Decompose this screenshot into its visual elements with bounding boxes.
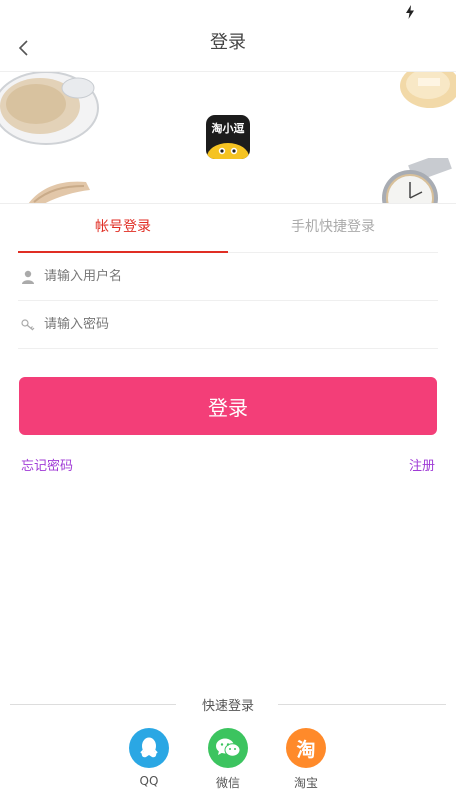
register-link[interactable]: 注册 [409, 455, 435, 474]
watch-image [382, 158, 452, 203]
banner: 淘小逗 [0, 72, 456, 204]
password-input[interactable] [44, 317, 438, 332]
app-logo: 淘小逗 [206, 115, 250, 159]
taobao-label: 淘宝 [293, 776, 318, 790]
divider-right [278, 704, 446, 705]
qq-label: QQ [139, 774, 159, 788]
qq-login-button[interactable]: QQ [129, 728, 169, 788]
nav-bar: 登录 [0, 24, 456, 72]
app-mascot-icon [207, 143, 249, 159]
username-row [18, 253, 438, 301]
forgot-password-link[interactable]: 忘记密码 [21, 455, 73, 474]
tab-phone-login[interactable]: 手机快捷登录 [228, 204, 438, 252]
page-title: 登录 [210, 32, 246, 53]
wechat-icon [208, 728, 248, 768]
taobao-login-button[interactable]: 淘 淘宝 [286, 728, 326, 791]
user-icon [20, 269, 36, 285]
perfume-bottle-image [400, 72, 456, 108]
username-input[interactable] [44, 269, 438, 284]
login-button[interactable]: 登录 [19, 377, 437, 435]
password-row [18, 301, 438, 349]
taobao-icon: 淘 [286, 728, 326, 768]
login-tabs: 帐号登录 手机快捷登录 [18, 204, 438, 253]
key-icon [20, 317, 36, 333]
shoe-image [28, 181, 90, 203]
status-bar [0, 0, 456, 24]
qq-icon [129, 728, 169, 768]
wechat-label: 微信 [215, 776, 240, 790]
wechat-login-button[interactable]: 微信 [208, 728, 248, 791]
cushion-compact-image [0, 72, 99, 145]
charging-icon [406, 5, 414, 19]
tab-account-login[interactable]: 帐号登录 [18, 204, 228, 253]
